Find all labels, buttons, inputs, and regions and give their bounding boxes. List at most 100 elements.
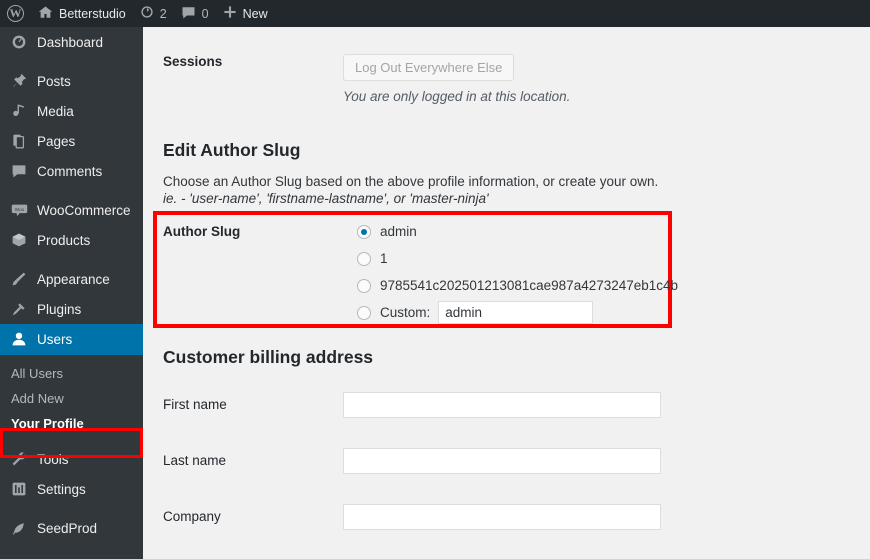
sidebar-item-settings[interactable]: Settings <box>0 474 143 504</box>
sidebar-menu-bottom: Tools Settings SeedProd <box>0 444 143 543</box>
billing-first-name-input-label: First name <box>163 397 227 412</box>
author-slug-desc-line2: ie. - 'user-name', 'firstname-lastname',… <box>163 191 489 206</box>
sidebar-item-woocommerce[interactable]: Woo WooCommerce <box>0 195 143 225</box>
seedprod-icon <box>10 519 28 537</box>
new-content-menu[interactable]: New <box>216 0 275 27</box>
svg-text:Woo: Woo <box>14 207 24 212</box>
billing-fields-list: First name Last name Company <box>143 392 870 559</box>
billing-company-input[interactable] <box>343 504 661 530</box>
sidebar-item-products[interactable]: Products <box>0 225 143 255</box>
new-content-label: New <box>242 6 268 21</box>
comment-bubble-icon <box>10 162 28 180</box>
billing-row: Company <box>143 504 870 530</box>
site-name-label: Betterstudio <box>59 6 126 21</box>
author-slug-highlight-box: Author Slug admin 1 9785541c202501213081ca… <box>153 211 678 328</box>
billing-first-name-input[interactable] <box>343 392 661 418</box>
author-slug-options: admin 1 9785541c202501213081cae987a4273247… <box>357 221 678 329</box>
sidebar-item-plugins[interactable]: Plugins <box>0 294 143 324</box>
radio-slug-hash[interactable]: 9785541c202501213081cae987a4273247eb1c4b <box>357 275 678 296</box>
radio-slug-custom-control[interactable] <box>357 305 371 320</box>
wordpress-logo-icon: W <box>7 5 24 22</box>
submenu-item-your-profile[interactable]: Your Profile <box>0 411 143 436</box>
site-name-menu[interactable]: Betterstudio <box>31 0 133 27</box>
dashboard-icon <box>10 33 28 51</box>
sidebar-item-media[interactable]: Media <box>0 96 143 126</box>
plug-icon <box>10 300 28 318</box>
comment-bubble-icon <box>181 5 196 23</box>
sidebar-item-posts[interactable]: Posts <box>0 66 143 96</box>
sessions-field: Log Out Everywhere Else You are only log… <box>343 54 870 104</box>
users-submenu: All Users Add New Your Profile <box>0 354 143 444</box>
sidebar-item-tools[interactable]: Tools <box>0 444 143 474</box>
billing-last-name-input[interactable] <box>343 448 661 474</box>
pages-icon <box>10 132 28 150</box>
admin-bar: W Betterstudio 2 0 New <box>0 0 870 27</box>
pin-icon <box>10 72 28 90</box>
billing-row: Last name <box>143 448 870 474</box>
radio-slug-1-control[interactable] <box>357 251 371 266</box>
radio-slug-admin-label: admin <box>380 224 417 239</box>
woocommerce-icon: Woo <box>10 201 28 219</box>
sidebar-item-seedprod-label: SeedProd <box>37 520 98 536</box>
sidebar-item-pages[interactable]: Pages <box>0 126 143 156</box>
sidebar-item-users-label: Users <box>37 331 73 347</box>
home-icon <box>38 5 53 23</box>
user-icon <box>10 330 28 348</box>
sidebar-item-dashboard-label: Dashboard <box>37 34 104 50</box>
updates-count: 2 <box>159 6 167 21</box>
sidebar-item-plugins-label: Plugins <box>37 301 82 317</box>
author-slug-label: Author Slug <box>163 224 241 239</box>
radio-slug-admin-control[interactable] <box>357 224 371 239</box>
sidebar-item-settings-label: Settings <box>37 481 86 497</box>
author-slug-inner-row: Author Slug admin 1 9785541c202501213081ca… <box>157 221 678 329</box>
sidebar-menu: Dashboard Posts Media Pages Comments Woo WooCo… <box>0 27 151 354</box>
billing-row: First name <box>143 392 870 418</box>
billing-last-name-input-label: Last name <box>163 453 227 468</box>
submenu-item-all-users[interactable]: All Users <box>0 361 143 386</box>
wordpress-logo-menu[interactable]: W <box>0 0 31 27</box>
customer-billing-address-heading: Customer billing address <box>163 347 374 367</box>
comments-count: 0 <box>201 6 209 21</box>
plus-icon <box>223 5 237 22</box>
author-slug-row: Author Slug admin 1 9785541c202501213081ca… <box>157 215 678 324</box>
radio-slug-1[interactable]: 1 <box>357 248 678 269</box>
products-box-icon <box>10 231 28 249</box>
sidebar-item-dashboard[interactable]: Dashboard <box>0 27 143 57</box>
settings-sliders-icon <box>10 480 28 498</box>
sidebar-item-tools-label: Tools <box>37 451 69 467</box>
sidebar-item-seedprod[interactable]: SeedProd <box>0 513 143 543</box>
wrench-icon <box>10 450 28 468</box>
sidebar-item-posts-label: Posts <box>37 73 71 89</box>
sidebar-item-users[interactable]: Users <box>0 324 151 354</box>
custom-slug-label: Custom: <box>380 305 431 320</box>
paintbrush-icon <box>10 270 28 288</box>
sidebar-item-appearance[interactable]: Appearance <box>0 264 143 294</box>
radio-slug-hash-control[interactable] <box>357 278 371 293</box>
edit-author-slug-heading: Edit Author Slug <box>163 140 301 160</box>
sidebar-item-woocommerce-label: WooCommerce <box>37 202 131 218</box>
sessions-hint: You are only logged in at this location. <box>343 89 571 104</box>
billing-company-input-label: Company <box>163 509 221 524</box>
updates-icon <box>140 5 154 22</box>
sidebar-item-pages-label: Pages <box>37 133 76 149</box>
custom-slug-input[interactable] <box>438 301 594 324</box>
admin-sidebar: Dashboard Posts Media Pages Comments Woo WooCo… <box>0 27 151 559</box>
log-out-everywhere-else-button[interactable]: Log Out Everywhere Else <box>343 54 515 81</box>
sessions-row: Sessions Log Out Everywhere Else You are… <box>143 54 870 104</box>
sidebar-item-appearance-label: Appearance <box>37 271 110 287</box>
radio-slug-custom[interactable]: Custom: <box>357 301 678 324</box>
sessions-label: Sessions <box>163 54 223 69</box>
updates-menu[interactable]: 2 <box>133 0 174 27</box>
radio-slug-hash-label: 9785541c202501213081cae987a4273247eb1c4b <box>380 278 679 293</box>
main-content: Sessions Log Out Everywhere Else You are… <box>143 27 870 559</box>
sidebar-item-comments[interactable]: Comments <box>0 156 143 186</box>
sidebar-item-products-label: Products <box>37 232 91 248</box>
media-icon <box>10 102 28 120</box>
author-slug-desc-line1: Choose an Author Slug based on the above… <box>163 174 659 189</box>
sidebar-item-comments-label: Comments <box>37 163 103 179</box>
radio-slug-admin[interactable]: admin <box>357 221 678 242</box>
sidebar-item-media-label: Media <box>37 103 74 119</box>
radio-slug-1-label: 1 <box>380 251 388 266</box>
submenu-item-add-new[interactable]: Add New <box>0 386 143 411</box>
comments-menu[interactable]: 0 <box>174 0 216 27</box>
